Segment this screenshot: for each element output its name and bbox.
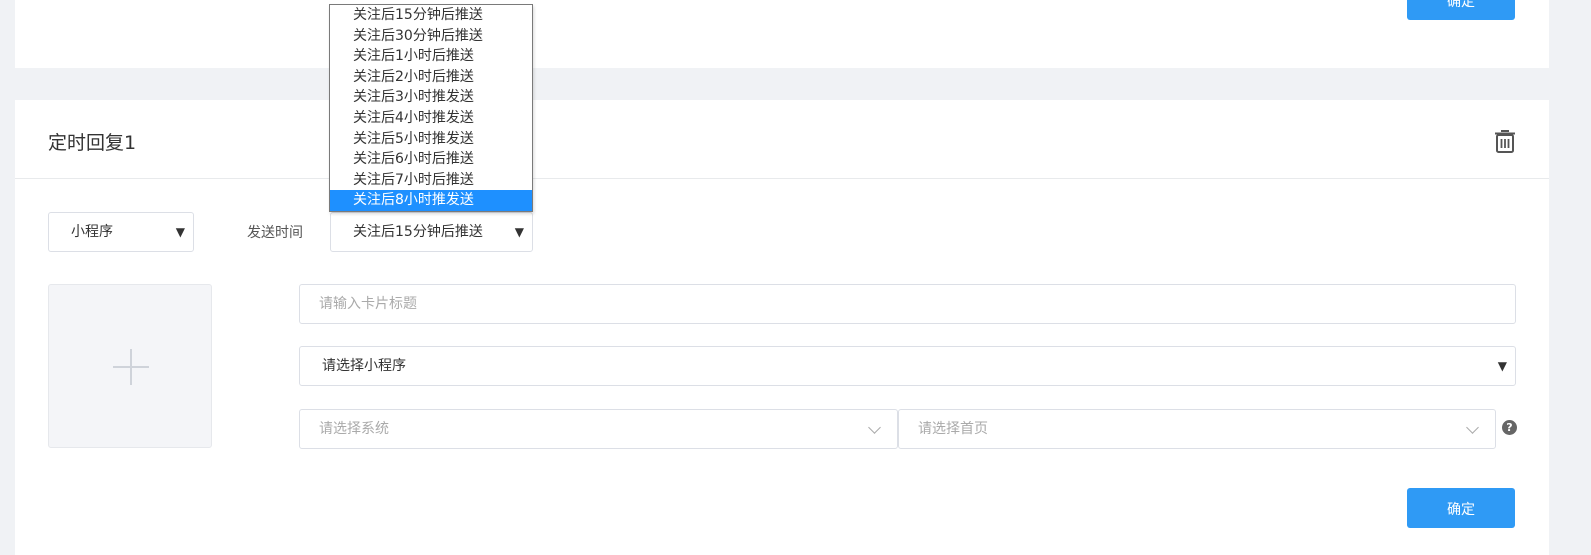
dropdown-option[interactable]: 关注后30分钟后推送	[330, 26, 532, 47]
plus-icon-vertical	[130, 349, 132, 385]
dropdown-option[interactable]: 关注后15分钟后推送	[330, 5, 532, 26]
system-select[interactable]: 请选择系统	[299, 409, 898, 449]
send-time-label: 发送时间	[247, 225, 303, 241]
dropdown-option[interactable]: 关注后3小时推发送	[330, 87, 532, 108]
card-title-placeholder: 请输入卡片标题	[319, 296, 417, 312]
question-circle-icon[interactable]: ?	[1502, 420, 1517, 435]
dropdown-option[interactable]: 关注后4小时推发送	[330, 108, 532, 129]
chevron-down-icon: ▼	[1497, 359, 1507, 373]
miniprogram-select-value: 请选择小程序	[322, 358, 406, 374]
message-type-value: 小程序	[71, 224, 113, 240]
card-title: 定时回复1	[48, 132, 137, 154]
scheduled-reply-card: 定时回复1 小程序 ▼ 发送时间 关注后15分钟后推送 ▼ 请输入卡片标题 请选…	[15, 100, 1549, 555]
send-time-dropdown-list[interactable]: 关注后15分钟后推送 关注后30分钟后推送 关注后1小时后推送 关注后2小时后推送 关注…	[329, 4, 533, 212]
dropdown-option[interactable]: 关注后1小时后推送	[330, 46, 532, 67]
miniprogram-select[interactable]: 请选择小程序 ▼	[299, 346, 1516, 386]
dropdown-option[interactable]: 关注后2小时后推送	[330, 67, 532, 88]
card-header: 定时回复1	[15, 100, 1549, 179]
message-type-select[interactable]: 小程序 ▼	[48, 212, 194, 252]
image-upload-box[interactable]	[48, 284, 212, 448]
chevron-down-icon: ▼	[175, 225, 185, 239]
trash-icon[interactable]	[1493, 128, 1517, 154]
send-time-value: 关注后15分钟后推送	[353, 224, 483, 240]
dropdown-option[interactable]: 关注后6小时后推送	[330, 149, 532, 170]
chevron-down-icon	[868, 421, 881, 434]
confirm-button[interactable]: 确定	[1407, 488, 1515, 528]
chevron-down-icon: ▼	[514, 225, 524, 239]
dropdown-option[interactable]: 关注后8小时推发送	[330, 190, 532, 211]
homepage-select-placeholder: 请选择首页	[918, 421, 988, 437]
system-select-placeholder: 请选择系统	[319, 421, 389, 437]
chevron-down-icon	[1466, 421, 1479, 434]
top-card: 确定	[15, 0, 1549, 68]
send-time-select[interactable]: 关注后15分钟后推送 ▼	[330, 212, 533, 252]
top-confirm-button[interactable]: 确定	[1407, 0, 1515, 20]
card-title-input[interactable]: 请输入卡片标题	[299, 284, 1516, 324]
homepage-select[interactable]: 请选择首页	[898, 409, 1496, 449]
dropdown-option[interactable]: 关注后5小时推发送	[330, 129, 532, 150]
dropdown-option[interactable]: 关注后7小时后推送	[330, 170, 532, 191]
